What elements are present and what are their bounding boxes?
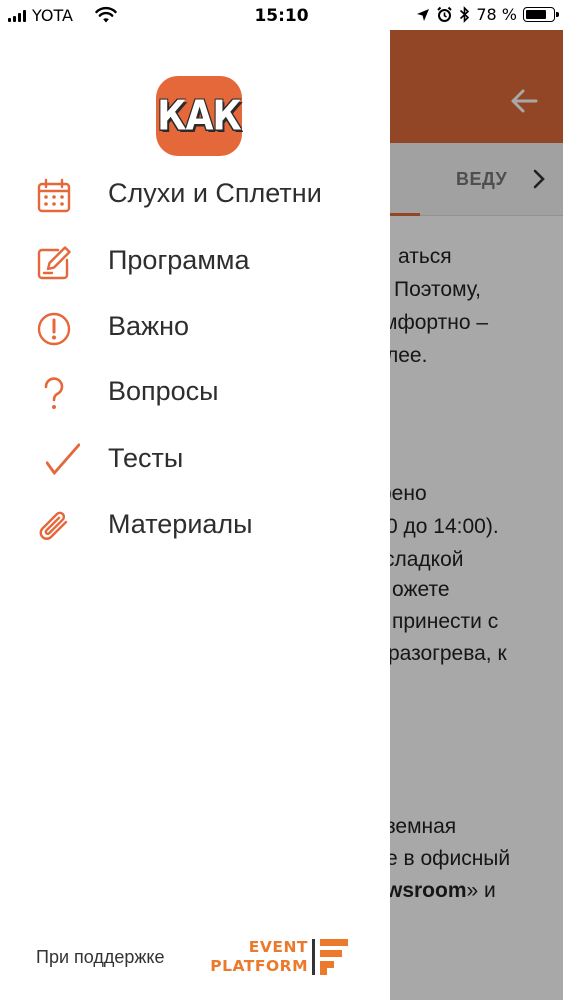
menu-item-label: Тесты (108, 443, 184, 473)
menu-item-tests[interactable]: Тесты (0, 429, 390, 489)
event-platform-mark-icon (312, 939, 348, 975)
paperclip-icon (39, 511, 68, 540)
edit-note-icon (37, 246, 71, 280)
alarm-icon (437, 6, 453, 22)
menu-item-label: Программа (108, 245, 250, 275)
calendar-icon (37, 178, 71, 213)
battery-fill (526, 10, 546, 19)
menu-item-program[interactable]: Программа (0, 231, 390, 291)
sponsor-brand-line2: PLATFORM (210, 957, 308, 975)
menu-item-materials[interactable]: Материалы (0, 495, 390, 555)
logo-text: КАК (157, 92, 242, 140)
question-icon (44, 377, 64, 409)
menu-item-label: Материалы (108, 509, 253, 539)
checkmark-icon (45, 443, 81, 475)
location-arrow-icon (417, 8, 430, 21)
app-logo: КАК (156, 76, 242, 156)
sponsor-brand-line1: EVENT (248, 938, 308, 956)
menu-item-rumors[interactable]: Слухи и Сплетни (0, 164, 390, 224)
menu-item-important[interactable]: Важно (0, 297, 390, 357)
event-platform-logo[interactable]: EVENT PLATFORM (202, 938, 352, 978)
status-bar: YOTA 15:10 78 % (0, 0, 563, 30)
menu-item-questions[interactable]: Вопросы (0, 362, 390, 422)
menu-item-label: Вопросы (108, 376, 219, 406)
bluetooth-icon (460, 6, 470, 23)
menu-item-label: Слухи и Сплетни (108, 178, 322, 208)
navigation-drawer: КАК Слухи и Сплетни Программа Важно Вопр… (0, 0, 390, 1000)
exclamation-circle-icon (37, 312, 71, 346)
menu-item-label: Важно (108, 311, 190, 341)
battery-icon (523, 7, 559, 22)
sponsor-block: При поддержке EVENT PLATFORM (36, 938, 366, 978)
battery-percent: 78 % (476, 5, 517, 24)
sponsor-text: При поддержке (36, 947, 165, 967)
